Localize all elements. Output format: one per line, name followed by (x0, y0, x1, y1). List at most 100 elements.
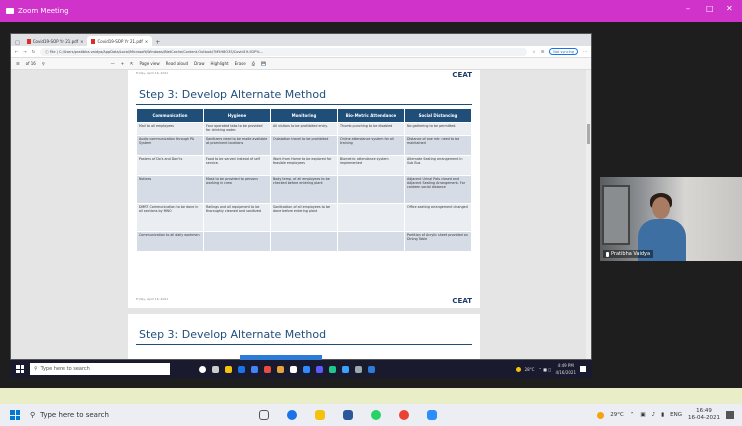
chrome-icon[interactable] (251, 365, 258, 373)
table-cell: Sanitization of all employees to be done… (270, 203, 338, 232)
search-icon: ⚲ (30, 411, 36, 419)
forward-icon[interactable]: → (23, 49, 26, 54)
shared-clock[interactable]: 4:49 PM 4/16/2021 (555, 362, 576, 376)
app-icon[interactable] (264, 365, 271, 373)
page-info: of 16 (25, 61, 36, 66)
cortana-icon[interactable] (199, 365, 206, 373)
footer-date: Friday, April 16, 2021 (136, 297, 169, 301)
tab-close-icon[interactable]: × (145, 39, 148, 44)
table-cell: Mail to all employees (136, 122, 204, 136)
volume-icon[interactable]: ♪ (652, 412, 656, 418)
page-footer-bottom: Friday, April 16, 2021 CEAT (128, 296, 480, 306)
more-icon[interactable]: ⋯ (583, 49, 587, 54)
table-cell: Work from Home to be explored for feasib… (270, 155, 338, 176)
ceat-logo: CEAT (452, 297, 472, 305)
app-icon[interactable] (343, 410, 353, 420)
zoom-out-button[interactable]: — (111, 61, 115, 66)
pdf-scrollbar[interactable] (586, 70, 591, 359)
network-icon[interactable]: ▣ (640, 412, 645, 418)
table-cell: Four operated tabs to be provided for dr… (203, 122, 271, 136)
pdf-icon (26, 38, 31, 44)
zoom-app-icon[interactable] (427, 410, 437, 420)
shared-system-tray: 28°C ⌃ ■ ◻ 4:49 PM 4/16/2021 (515, 362, 592, 376)
battery-icon[interactable]: ▮ (661, 412, 664, 418)
table-cell: Distance of one mtr. need to be maintain… (404, 135, 472, 156)
minimize-icon[interactable]: – (686, 4, 690, 13)
zoom-in-button[interactable]: + (121, 61, 124, 66)
search-icon[interactable]: ⚲ (42, 61, 45, 66)
taskbar-search-input[interactable]: ⚲ Type here to search (30, 406, 210, 424)
chrome-icon[interactable] (399, 410, 409, 420)
app-icon[interactable] (368, 365, 375, 373)
app-icon[interactable] (290, 365, 297, 373)
system-tray: 29°C ⌃ ▣ ♪ ▮ ENG 16:49 16-04-2021 (597, 408, 742, 422)
table-cell: Thumb punching to be disabled (337, 122, 405, 136)
task-view-icon[interactable] (259, 410, 269, 420)
clock-date: 4/16/2021 (555, 370, 576, 375)
notifications-icon[interactable] (580, 366, 586, 372)
maximize-icon[interactable]: □ (706, 4, 714, 13)
table-cell: Railings and all equipment to be thoroug… (203, 203, 271, 232)
table-cell: Sanitizers need to be made available at … (203, 135, 271, 156)
extensions-icon[interactable]: ☰ (541, 49, 545, 54)
table-cell: Audio communication through PA System (136, 135, 204, 156)
table-cell: Biometric attendance system implemented (337, 155, 405, 176)
table-cell: Food to be served instead of self servic… (203, 155, 271, 176)
highlight-button[interactable]: Highlight (211, 61, 229, 66)
app-icon[interactable] (277, 365, 284, 373)
new-tab-button[interactable]: + (155, 39, 160, 46)
url-field[interactable]: ⓘ File | C:/Users/pratibha.vaidya/AppDat… (40, 47, 528, 56)
sync-button[interactable]: Not syncing (549, 48, 578, 55)
table-header: Social Distancing (404, 108, 472, 123)
tab-close-icon[interactable]: × (80, 39, 83, 44)
tab-actions-icon[interactable]: □ (15, 40, 20, 46)
erase-button[interactable]: Erase (235, 61, 246, 66)
file-explorer-icon[interactable] (315, 410, 325, 420)
table-cell (337, 231, 405, 252)
read-aloud-button[interactable]: Read aloud (166, 61, 188, 66)
show-hidden-icons[interactable]: ⌃ (630, 412, 635, 418)
zoom-window-title: Zoom Meeting (18, 7, 69, 15)
refresh-icon[interactable]: ↻ (32, 49, 35, 54)
table-cell: Adjacent Urinal Pots closed and Adjacent… (404, 175, 472, 204)
back-icon[interactable]: ← (15, 49, 18, 54)
app-icon[interactable] (342, 365, 349, 373)
notifications-icon[interactable] (726, 411, 734, 419)
print-icon[interactable]: ⎙ (252, 61, 255, 66)
browser-tab-1[interactable]: Covid19-SOP Yr 21.pdf × (23, 36, 88, 46)
edge-icon[interactable] (287, 410, 297, 420)
taskbar-clock[interactable]: 16:49 16-04-2021 (688, 408, 720, 422)
table-cell: Posters of Do's and Don'ts (136, 155, 204, 176)
toc-icon[interactable]: ☰ (16, 61, 20, 66)
language-indicator[interactable]: ENG (670, 412, 682, 418)
task-view-icon[interactable] (212, 365, 219, 373)
draw-button[interactable]: Draw (194, 61, 204, 66)
taskbar-search-input[interactable]: ⚲ Type here to search (30, 363, 170, 375)
fit-icon[interactable]: ⇱ (130, 61, 133, 66)
pdf-viewport: Friday, April 16, 2021 CEAT Step 3: Deve… (11, 70, 591, 359)
app-icon[interactable] (355, 365, 362, 373)
pdf-scroll-thumb[interactable] (587, 124, 590, 144)
star-icon[interactable]: ☆ (532, 49, 536, 54)
table-cell: Alternate Seating arrangement in Sub Bus (404, 155, 472, 176)
app-icon[interactable] (329, 365, 336, 373)
browser-tab-2[interactable]: Covid19-SOP Yr 21.pdf × (87, 36, 153, 46)
save-icon[interactable]: 💾 (261, 61, 266, 66)
table-cell: All visitors to be prohibited entry. (270, 122, 338, 136)
tray-icons[interactable]: ⌃ ■ ◻ (538, 367, 551, 372)
table-cell (337, 203, 405, 232)
page-view-button[interactable]: Page view (139, 61, 159, 66)
edge-icon[interactable] (238, 365, 245, 373)
app-icon[interactable] (316, 365, 323, 373)
file-explorer-icon[interactable] (225, 365, 232, 373)
whatsapp-icon[interactable] (371, 410, 381, 420)
windows-start-icon[interactable] (16, 365, 24, 373)
table-cell: Mask to be provided to persons working i… (203, 175, 271, 204)
windows-start-icon[interactable] (10, 410, 20, 420)
close-icon[interactable]: ✕ (726, 4, 733, 13)
participant-name-tag: Pratibha Vaidya (603, 250, 654, 258)
table-header: Bio-Metric Attendance (337, 108, 405, 123)
zoom-app-icon[interactable] (303, 365, 310, 373)
search-placeholder: Type here to search (40, 366, 90, 372)
participant-video[interactable]: Pratibha Vaidya (600, 177, 742, 261)
